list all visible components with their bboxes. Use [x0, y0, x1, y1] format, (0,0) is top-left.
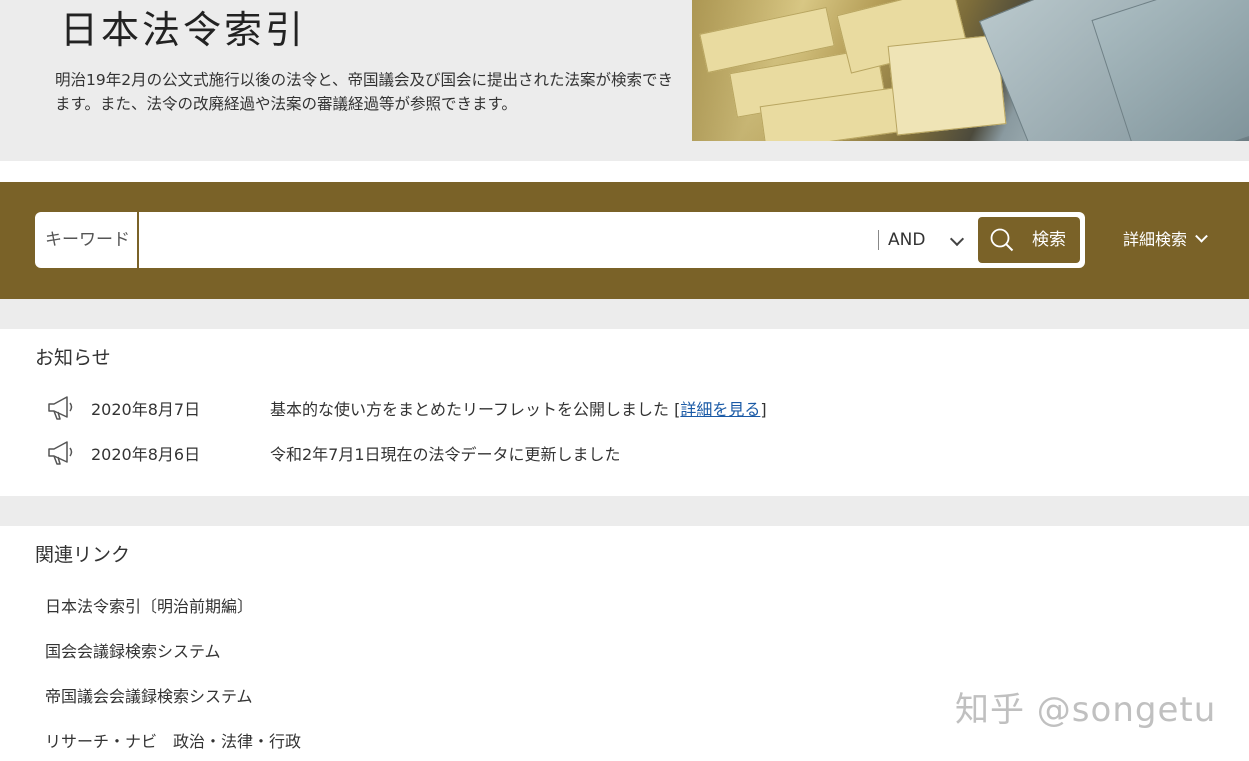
news-title: お知らせ [35, 347, 111, 369]
advanced-search-label: 詳細検索 [1123, 230, 1188, 249]
chevron-down-icon [1195, 229, 1208, 243]
watermark: 知乎 @songetu [955, 690, 1217, 730]
operator-value: AND [888, 230, 926, 250]
news-item: 2020年8月6日 令和2年7月1日現在の法令データに更新しました [45, 437, 945, 467]
related-link[interactable]: リサーチ・ナビ 政治・法律・行政 [45, 728, 301, 752]
operator-divider [878, 230, 879, 250]
section-separator [0, 299, 1249, 329]
site-description: 明治19年2月の公文式施行以後の法令と、帝国議会及び国会に提出された法案が検索で… [55, 71, 673, 113]
related-link[interactable]: 帝国議会会議録検索システム [45, 683, 253, 707]
news-text: 基本的な使い方をまとめたリーフレットを公開しました [詳細を見る] [270, 396, 767, 420]
keyword-label: キーワード [35, 212, 139, 268]
news-text: 令和2年7月1日現在の法令データに更新しました [270, 445, 621, 464]
related-links-title: 関連リンク [35, 544, 131, 566]
search-button-label: 検索 [1032, 230, 1066, 250]
chevron-down-icon [949, 231, 965, 247]
site-header: 日本法令索引 明治19年2月の公文式施行以後の法令と、帝国議会及び国会に提出され… [0, 0, 1249, 161]
news-date: 2020年8月7日 [91, 400, 201, 419]
search-icon [990, 228, 1014, 252]
operator-select[interactable]: AND [888, 212, 970, 268]
related-link[interactable]: 国会会議録検索システム [45, 638, 221, 662]
megaphone-icon [48, 396, 73, 420]
search-button[interactable]: 検索 [978, 217, 1080, 263]
news-text-suffix: ] [760, 400, 767, 419]
megaphone-icon [48, 441, 73, 465]
advanced-search-toggle[interactable]: 詳細検索 [1123, 226, 1208, 254]
section-separator [0, 496, 1249, 526]
search-band: キーワード AND 検索 詳細検索 [0, 182, 1249, 299]
hero-image [692, 0, 1249, 141]
news-detail-link[interactable]: 詳細を見る [680, 400, 760, 419]
search-box: キーワード AND 検索 [35, 212, 1085, 268]
news-date: 2020年8月6日 [91, 445, 201, 464]
news-item: 2020年8月7日 基本的な使い方をまとめたリーフレットを公開しました [詳細を… [45, 392, 945, 422]
related-link[interactable]: 日本法令索引〔明治前期編〕 [45, 593, 253, 617]
site-title[interactable]: 日本法令索引 [60, 6, 306, 54]
keyword-input[interactable] [141, 216, 871, 264]
news-text-body: 基本的な使い方をまとめたリーフレットを公開しました [ [270, 400, 681, 419]
